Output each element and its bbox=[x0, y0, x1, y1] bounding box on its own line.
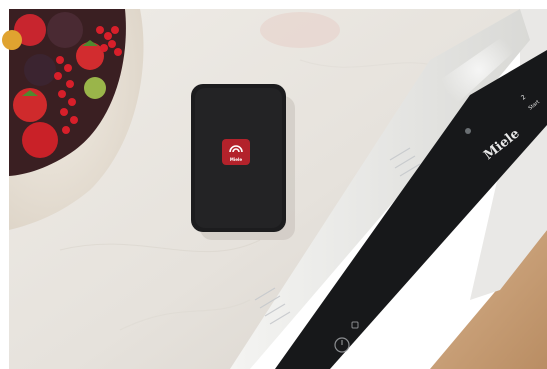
phone-app-label: Miele bbox=[230, 157, 242, 162]
photo-scene: Miele Miele 2 Start bbox=[0, 0, 547, 369]
product-photo: Miele Miele 2 Start bbox=[0, 0, 547, 369]
